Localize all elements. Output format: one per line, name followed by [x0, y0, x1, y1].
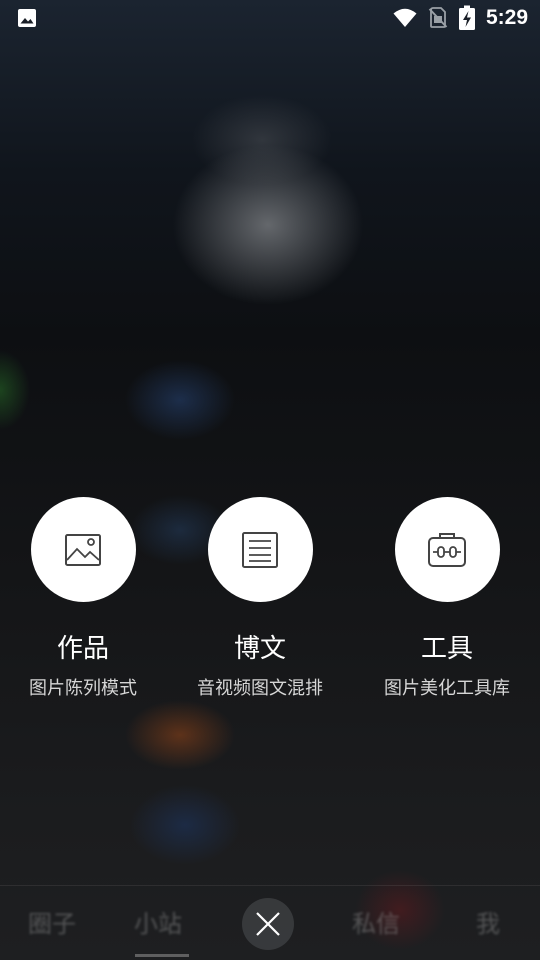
- gallery-icon: [18, 9, 36, 27]
- action-subtitle: 图片美化工具库: [384, 678, 510, 699]
- action-subtitle: 音视频图文混排: [197, 678, 323, 699]
- action-title: 工具: [420, 634, 473, 664]
- action-title: 博文: [233, 634, 286, 664]
- active-tab-indicator: [135, 954, 189, 957]
- image-icon: [65, 533, 101, 566]
- action-blog[interactable]: 博文 音视频图文混排: [165, 497, 355, 717]
- action-works[interactable]: 作品 图片陈列模式: [0, 497, 178, 717]
- close-button[interactable]: [242, 898, 294, 950]
- action-subtitle: 图片陈列模式: [29, 678, 137, 699]
- close-icon: [256, 912, 280, 936]
- action-title: 作品: [56, 634, 109, 664]
- nav-item-circles[interactable]: 圈子: [28, 910, 76, 938]
- status-time: 5:29: [485, 6, 528, 29]
- nav-item-messages[interactable]: 私信: [352, 910, 400, 938]
- no-sim-icon: [428, 7, 448, 28]
- status-bar: 5:29: [0, 0, 540, 36]
- action-tools[interactable]: 工具 图片美化工具库: [352, 497, 540, 717]
- blog-button[interactable]: [207, 497, 313, 602]
- bottom-nav: 圈子 小站 私信 我: [0, 885, 540, 960]
- works-button[interactable]: [30, 497, 136, 602]
- tools-button[interactable]: [394, 497, 500, 602]
- battery-charging-icon: [459, 5, 475, 30]
- wifi-icon: [393, 8, 417, 27]
- toolbox-icon: [428, 532, 466, 567]
- article-icon: [242, 531, 278, 568]
- nav-item-me[interactable]: 我: [476, 910, 500, 938]
- blurred-background: [0, 0, 540, 960]
- nav-item-station[interactable]: 小站: [134, 910, 182, 938]
